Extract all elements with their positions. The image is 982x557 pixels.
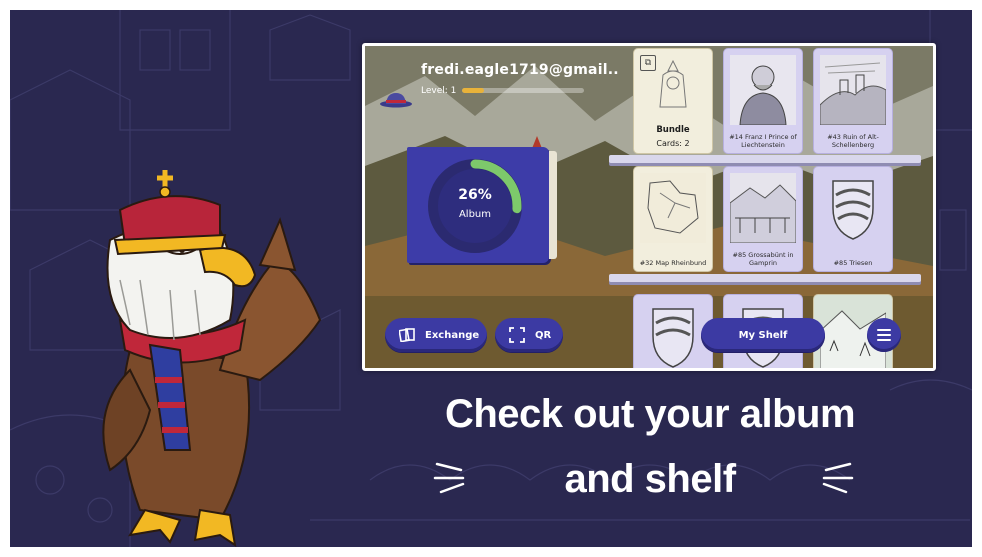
coat-of-arms-art [820,173,886,243]
coat-of-arms-art [652,308,694,368]
sparkle-right-icon [822,462,854,494]
sparkle-left-icon [433,462,465,494]
card-14[interactable]: #14 Franz I Prince of Liechtenstein [723,48,803,154]
promo-frame: fredi.eagle1719@gmail.. Level: 1 26% Alb… [10,10,972,547]
card-caption: #85 Triesen [833,259,873,267]
portrait-art [730,55,796,125]
card-caption: #85 Grossabünt in Gamprin [732,251,794,267]
headline-line-1: Check out your album [444,392,856,436]
hat-icon [380,93,412,108]
album-percent: 26% [458,187,492,203]
landscape-art [730,173,796,243]
card-caption: #32 Map Rheinbund [639,259,707,267]
qr-button[interactable]: QR [495,318,563,352]
eagle-mascot-illustration [102,170,322,547]
menu-button[interactable] [867,318,901,352]
username-label: fredi.eagle1719@gmail.. [421,62,619,78]
ruin-art [820,55,886,125]
shelf-row-1 [609,155,921,163]
album-spine [549,151,557,259]
album-label: Album [458,209,492,220]
album-progress-ring [428,159,522,253]
my-shelf-button[interactable]: My Shelf [701,318,825,352]
bundle-card-art [659,59,687,108]
card-32[interactable]: #32 Map Rheinbund [633,166,713,272]
bundle-card[interactable]: ⧉ Bundle Cards: 2 [633,48,713,154]
card-caption: #14 Franz I Prince of Liechtenstein [729,133,797,149]
app-screen: fredi.eagle1719@gmail.. Level: 1 26% Alb… [362,43,936,371]
shelf-row-2 [609,274,921,282]
level-label: Level: 1 [421,86,457,96]
exchange-cards-icon [399,328,415,342]
card-85-triesen[interactable]: #85 Triesen [813,166,893,272]
album-button[interactable]: 26% Album [407,147,557,263]
level-progress-fill [462,88,484,93]
card-85-gamprin[interactable]: #85 Grossabünt in Gamprin [723,166,803,272]
card-43[interactable]: #43 Ruin of Alt-Schellenberg [813,48,893,154]
map-art [640,173,706,243]
my-shelf-label: My Shelf [738,329,788,341]
exchange-button[interactable]: Exchange [385,318,487,352]
qr-scan-icon [509,327,525,343]
exchange-label: Exchange [425,329,480,341]
bundle-count: Cards: 2 [656,139,690,148]
level-progress-bar [462,88,584,93]
card-caption: #43 Ruin of Alt-Schellenberg [827,133,879,149]
qr-label: QR [535,329,552,341]
bundle-title: Bundle [656,125,690,135]
